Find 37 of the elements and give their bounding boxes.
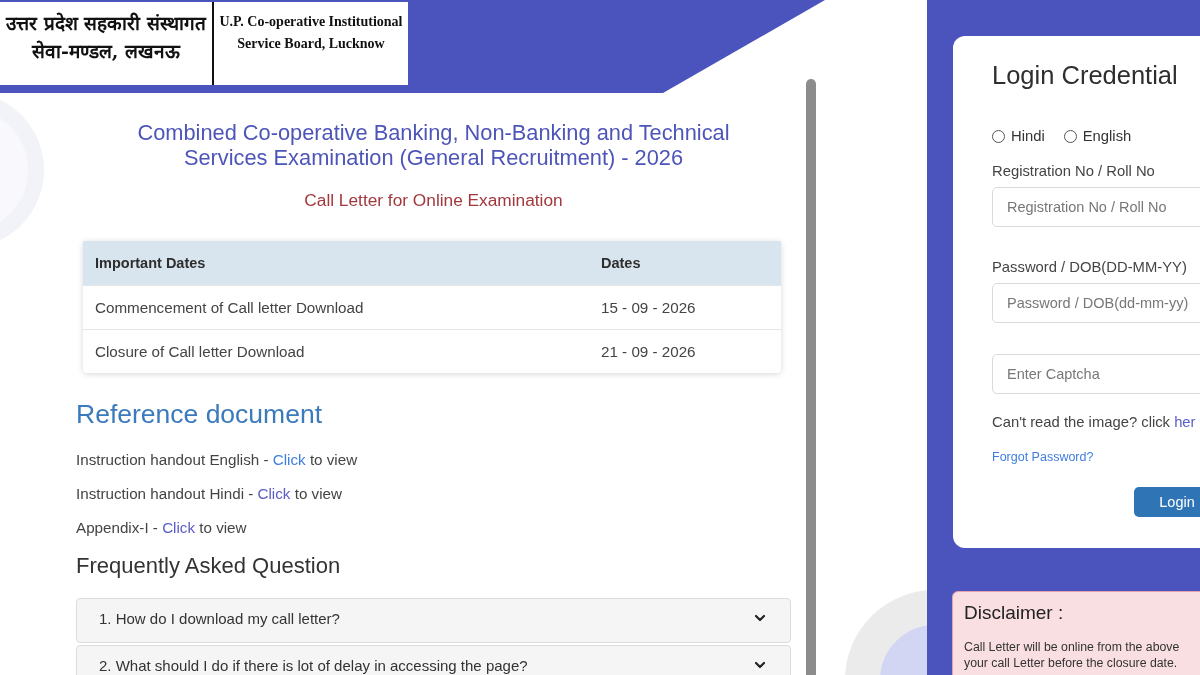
input-field[interactable]: Registration No / Roll No — [992, 187, 1200, 227]
document-line: Appendix-I - Click to view — [76, 518, 248, 538]
language-option[interactable]: Hindi — [992, 127, 1045, 145]
document-line: Instruction handout English - Click to view — [76, 450, 359, 470]
table-cell: Commencement of Call letter Download — [83, 285, 589, 329]
faq-item[interactable]: 1. How do I download my call letter? — [76, 598, 791, 643]
board-name-english: U.P. Co-operative Institutional Service Board, Lucknow — [218, 13, 404, 53]
disclaimer-text: Call Letter will be online from the above your call Letter before the closure date. — [964, 639, 1181, 671]
login-button[interactable]: Login — [1134, 487, 1200, 517]
board-name-hindi: उत्तर प्रदेश सहकारी संस्थागत सेवा-मण्डल, लखनऊ — [4, 11, 208, 64]
document-line: Instruction handout Hindi - Click to view — [76, 484, 343, 504]
exam-title: Combined Co-operative Banking, Non-Banking and Technical Services Examination (General Recruitment) - 2026 — [136, 120, 731, 170]
view-link[interactable]: Click — [257, 485, 291, 502]
table-cell: 15 - 09 - 2026 — [589, 285, 781, 329]
reference-heading: Reference document — [76, 399, 323, 429]
column-header: Dates — [589, 241, 781, 285]
radio-icon[interactable] — [1063, 129, 1077, 143]
disclaimer-title: Disclaimer : — [964, 602, 1065, 624]
field-label: Registration No / Roll No — [992, 162, 1156, 180]
table-cell: Closure of Call letter Download — [83, 329, 589, 373]
language-option[interactable]: English — [1063, 127, 1132, 145]
input-field[interactable]: Password / DOB(dd-mm-yy) — [992, 283, 1200, 323]
faq-heading: Frequently Asked Question — [76, 553, 342, 579]
login-heading: Login Credential — [992, 60, 1179, 90]
field-label: Password / DOB(DD-MM-YY) — [992, 258, 1188, 276]
radio-icon[interactable] — [992, 129, 1005, 143]
captcha-help-text: Can't read the image? click her — [992, 413, 1197, 431]
column-header: Important Dates — [83, 241, 589, 285]
forgot-password-link[interactable]: Forgot Password? — [992, 449, 1094, 465]
captcha-refresh-link[interactable]: her — [1174, 414, 1196, 430]
input-field[interactable]: Enter Captcha — [992, 354, 1200, 394]
view-link[interactable]: Click — [162, 519, 196, 536]
scrollbar[interactable] — [806, 79, 816, 675]
call-letter-subtitle: Call Letter for Online Examination — [303, 190, 564, 210]
view-link[interactable]: Click — [272, 451, 306, 468]
table-cell: 21 - 09 - 2026 — [589, 329, 781, 373]
faq-item[interactable]: 2. What should I do if there is lot of delay in accessing the page? — [76, 645, 791, 675]
